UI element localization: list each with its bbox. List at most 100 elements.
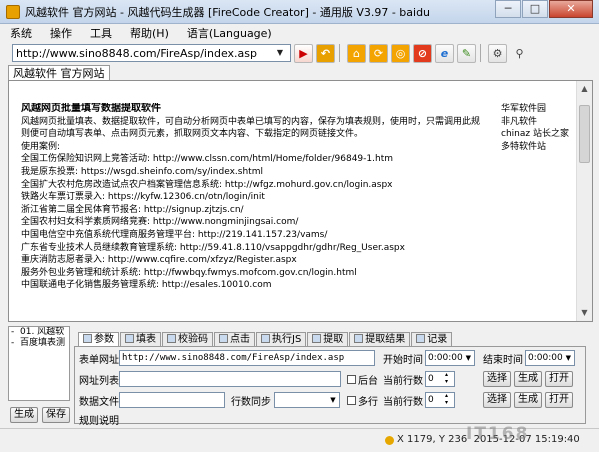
menu-tools[interactable]: 工具 (90, 25, 112, 41)
current-rows-spinner[interactable]: 0 (425, 371, 455, 387)
multi-row-label: 多行 (358, 396, 378, 408)
case-link[interactable]: 浙江省第二届全民体育节报名: http://signup.zjtzjs.cn/ (21, 204, 501, 217)
case-link[interactable]: 全国农村妇女科学素质网络竞赛: http://www.nongminjingsa… (21, 216, 501, 229)
globe-icon[interactable]: ◎ (391, 43, 410, 63)
captcha-icon (167, 334, 176, 343)
tab-captcha[interactable]: 校验码 (162, 332, 213, 346)
data-file-field[interactable] (119, 392, 225, 408)
chevron-down-icon[interactable]: ▼ (271, 45, 289, 61)
menu-system[interactable]: 系统 (10, 25, 32, 41)
data-file-label: 数据文件 (79, 396, 119, 408)
end-time-label: 结束时间 (483, 354, 523, 366)
scroll-down-icon[interactable]: ▼ (577, 305, 592, 321)
case-link[interactable]: 广东省专业技术人员继续教育管理系统: http://59.41.8.110/vs… (21, 242, 501, 255)
url-input[interactable] (13, 45, 271, 61)
data-file-row: 数据文件 行数同步 ▼ 多行 (79, 392, 378, 408)
end-time-select[interactable]: 0:00:00 ▼ (525, 350, 575, 366)
rows-sync-select[interactable]: ▼ (274, 392, 340, 408)
browser-tab-strip: 风越软件 官方网站 (8, 65, 110, 81)
current-rows-label: 当前行数 (383, 396, 423, 408)
start-time-row: 开始时间 0:00:00 ▼ (383, 350, 475, 366)
case-link[interactable]: 服务外包业务管理和统计系统: http://fwwbqy.fwmys.mofco… (21, 267, 501, 280)
window-controls: ─ □ ✕ (494, 0, 593, 24)
back-icon[interactable]: ↶ (316, 43, 335, 63)
case-link[interactable]: 重庆消防志愿者录入: http://www.cqfire.com/xfzyz/R… (21, 254, 501, 267)
result-icon (354, 334, 364, 343)
case-link[interactable]: 我是原东投票: https://wsgd.sheinfo.com/sy/inde… (21, 166, 501, 179)
rows-sync-label: 行数同步 (231, 396, 271, 408)
settings-icon[interactable]: ⚙ (488, 43, 507, 63)
save-rule-button[interactable]: 保存 (42, 407, 70, 423)
vertical-scrollbar[interactable]: ▲ ▼ (576, 81, 592, 321)
minimize-button[interactable]: ─ (495, 0, 521, 18)
tab-click[interactable]: 点击 (214, 332, 255, 346)
side-link[interactable]: chinaz 站长之家 (501, 128, 569, 141)
intro-line: 风越网页批量填表、数据提取软件，可自动分析网页中表单已填写的内容，保存为填表规则… (21, 116, 481, 127)
current-rows-label: 当前行数 (383, 375, 423, 387)
side-link[interactable]: 多特软件站 (501, 141, 569, 154)
tab-fill[interactable]: 填表 (120, 332, 161, 346)
refresh-icon[interactable]: ⟳ (369, 43, 388, 63)
maximize-button[interactable]: □ (522, 0, 548, 18)
tab-log[interactable]: 记录 (411, 332, 453, 346)
case-link[interactable]: 中国电信空中充值系统代理商服务管理平台: http://219.141.157.… (21, 229, 501, 242)
close-button[interactable]: ✕ (549, 0, 593, 18)
tree-item[interactable]: 01. 风越软 (9, 327, 69, 338)
multi-row-checkbox[interactable] (347, 395, 356, 405)
url-list-field[interactable] (119, 371, 341, 387)
rule-desc-row: 规则说明 (79, 413, 119, 426)
background-checkbox[interactable] (347, 374, 356, 384)
tab-extract-result[interactable]: 提取结果 (349, 332, 411, 346)
rule-tree[interactable]: 01. 风越软 百度填表测 (8, 326, 70, 401)
rule-desc-label: 规则说明 (79, 415, 119, 426)
home-icon[interactable]: ⌂ (347, 43, 366, 63)
open-button[interactable]: 打开 (545, 371, 573, 387)
generate-button[interactable]: 生成 (514, 392, 542, 408)
stop-icon[interactable]: ⊘ (413, 43, 432, 63)
current-rows-spinner[interactable]: 0 (425, 392, 455, 408)
generate-rule-button[interactable]: 生成 (10, 407, 38, 423)
tab-exec-js[interactable]: 执行JS (256, 332, 307, 346)
side-link[interactable]: 非凡软件 (501, 116, 569, 129)
form-url-field[interactable]: http://www.sino8848.com/FireAsp/index.as… (119, 350, 375, 366)
open-button[interactable]: 打开 (545, 392, 573, 408)
url-combo[interactable]: ▼ (12, 44, 291, 62)
select-button[interactable]: 选择 (483, 392, 511, 408)
search-icon[interactable]: ⚲ (510, 44, 529, 63)
current-rows-row: 当前行数 0 选择 生成 打开 (383, 371, 573, 387)
start-time-select[interactable]: 0:00:00 ▼ (425, 350, 475, 366)
ie-icon[interactable]: e (435, 43, 454, 63)
tab-official-site[interactable]: 风越软件 官方网站 (8, 65, 110, 81)
menu-operation[interactable]: 操作 (50, 25, 72, 41)
web-view[interactable]: 风越网页批量填写数据提取软件 风越网页批量填表、数据提取软件，可自动分析网页中表… (8, 80, 593, 322)
watermark-logo: IT168 (466, 424, 530, 444)
form-url-row: 表单网址 http://www.sino8848.com/FireAsp/ind… (79, 350, 375, 366)
menu-help[interactable]: 帮助(H) (130, 25, 169, 41)
menu-bar: 系统 操作 工具 帮助(H) 语言(Language) (0, 24, 599, 42)
tree-item[interactable]: 百度填表测 (9, 338, 69, 349)
case-link[interactable]: 中国联通电子化销售服务管理系统: http://esales.10010.com (21, 279, 501, 292)
form-url-label: 表单网址 (79, 354, 119, 366)
go-icon[interactable]: ▶ (294, 43, 313, 63)
case-link[interactable]: 铁路火车票订票录入: https://kyfw.12306.cn/otn/log… (21, 191, 501, 204)
generate-button[interactable]: 生成 (514, 371, 542, 387)
case-link[interactable]: 全国工伤保险知识网上竞答活动: http://www.clssn.com/htm… (21, 153, 501, 166)
click-icon (219, 334, 228, 343)
case-link[interactable]: 全国扩大农村危房改造试点农户档案管理信息系统: http://wfgz.mohu… (21, 179, 501, 192)
background-label: 后台 (358, 375, 378, 387)
side-link[interactable]: 华军软件园 (501, 103, 569, 116)
url-list-row: 网址列表 后台 (79, 371, 378, 387)
edit-icon[interactable]: ✎ (457, 43, 476, 63)
extract-icon (312, 334, 322, 343)
scroll-up-icon[interactable]: ▲ (577, 81, 592, 97)
toolbar: ▼ ▶ ↶ ⌂ ⟳ ◎ ⊘ e ✎ ⚙ ⚲ (0, 42, 599, 64)
status-coords: X 1179, Y 236 (397, 434, 468, 445)
tab-extract[interactable]: 提取 (307, 332, 349, 346)
select-button[interactable]: 选择 (483, 371, 511, 387)
side-links: 华军软件园 非凡软件 chinaz 站长之家 多特软件站 (501, 103, 569, 153)
current-rows-row-2: 当前行数 0 选择 生成 打开 (383, 392, 573, 408)
menu-language[interactable]: 语言(Language) (187, 25, 272, 41)
scroll-thumb[interactable] (579, 105, 590, 163)
end-time-row: 结束时间 0:00:00 ▼ (483, 350, 575, 366)
tab-params[interactable]: 参数 (78, 332, 119, 346)
